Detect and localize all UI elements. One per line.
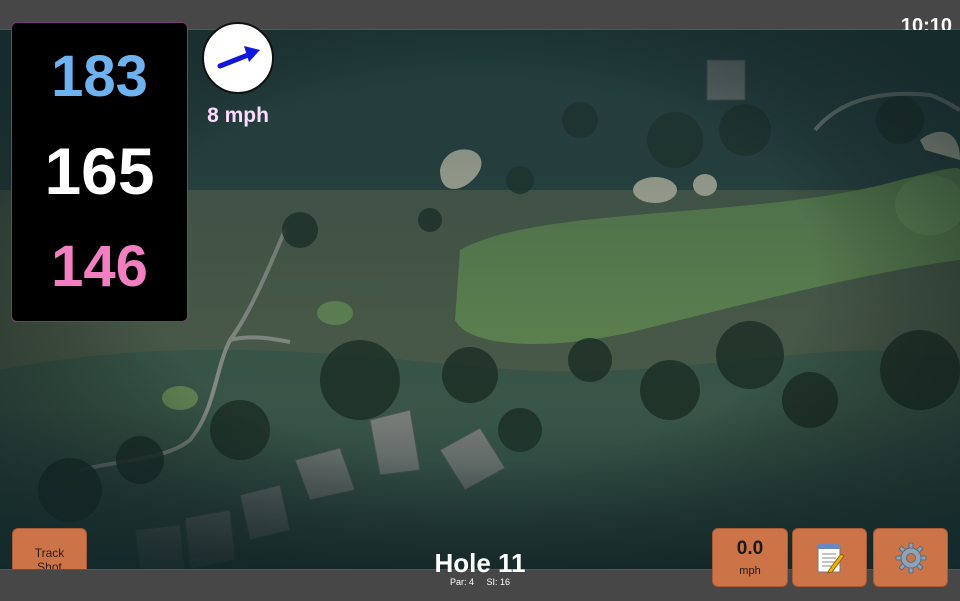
front-distance: 146 [51, 234, 148, 299]
scorecard-notes-button[interactable] [792, 528, 867, 587]
wind-arrow-icon [217, 46, 260, 69]
hole-title: Hole 11 [434, 548, 526, 578]
swing-speed-button[interactable]: 0.0 mph [712, 528, 788, 587]
hole-stroke-index: SI: 16 [486, 577, 511, 587]
hole-info: Par: 4 SI: 16 [380, 577, 580, 587]
hole-par: Par: 4 [449, 577, 474, 587]
speed-unit: mph [739, 565, 761, 577]
back-distance: 183 [51, 44, 148, 109]
notepad-icon [817, 543, 845, 574]
gear-icon [895, 542, 926, 573]
distance-panel: 183 165 146 [11, 22, 188, 322]
wind-indicator [202, 22, 274, 94]
settings-button[interactable] [873, 528, 948, 587]
speed-value: 0.0 [736, 538, 764, 559]
center-distance: 165 [44, 134, 155, 208]
wind-speed: 8 mph [207, 104, 269, 127]
